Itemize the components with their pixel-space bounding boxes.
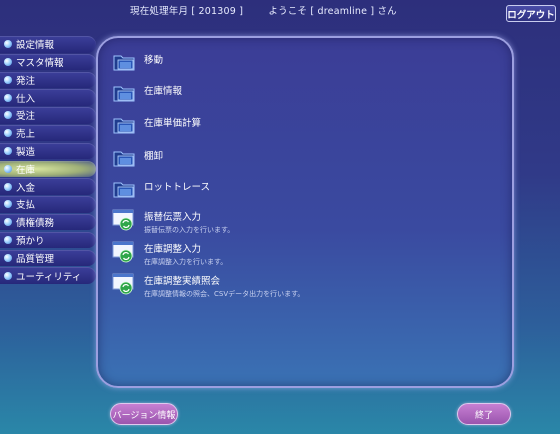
- logout-button[interactable]: ログアウト: [506, 5, 556, 22]
- sidebar-item-label: 支払: [16, 200, 36, 212]
- sidebar: 設定情報 マスタ情報 発注 仕入 受注 売上 製造 在庫 入金 支払 債権債務 …: [0, 36, 96, 285]
- sidebar-item-orders-received[interactable]: 受注: [0, 107, 96, 124]
- document-refresh-icon: [112, 209, 134, 231]
- sidebar-item-settings[interactable]: 設定情報: [0, 36, 96, 53]
- sidebar-item-inventory[interactable]: 在庫: [0, 160, 96, 178]
- menu-item-label: ロットトレース: [144, 182, 211, 193]
- menu-item-description: 在庫調整入力を行います。: [144, 258, 228, 266]
- bullet-icon: [4, 182, 12, 191]
- bullet-icon: [4, 129, 12, 138]
- sidebar-item-label: マスタ情報: [16, 58, 64, 70]
- bullet-icon: [4, 236, 12, 245]
- sidebar-item-label: 入金: [16, 182, 36, 194]
- menu-item-label: 棚卸: [144, 151, 164, 162]
- sidebar-item-label: 発注: [16, 75, 36, 87]
- menu-item-text: 在庫単価計算: [144, 115, 201, 129]
- menu-item-description: 在庫調整情報の照会、CSVデータ出力を行います。: [144, 290, 305, 298]
- sidebar-item-ordering[interactable]: 発注: [0, 71, 96, 89]
- header-info: 現在処理年月 [ 201309 ] ようこそ [ dreamline ] さん: [130, 3, 397, 17]
- sidebar-item-label: 品質管理: [16, 253, 55, 265]
- main-menu-panel: 移動 在庫情報 在庫単価計算 棚卸 ロットトレース 振替伝票入力 振替伝票の入力…: [96, 36, 514, 388]
- sidebar-item-label: 債権債務: [16, 218, 55, 230]
- bullet-icon: [4, 253, 12, 262]
- folder-icon: [113, 151, 135, 167]
- welcome-message: ようこそ [ dreamline ] さん: [268, 6, 397, 17]
- menu-item-label: 移動: [144, 55, 164, 66]
- bullet-icon: [4, 111, 12, 120]
- sidebar-item-label: ユーティリティ: [16, 271, 82, 283]
- bullet-icon: [4, 40, 12, 49]
- sidebar-item-label: 製造: [16, 147, 36, 159]
- sidebar-item-receipts[interactable]: 入金: [0, 178, 96, 195]
- exit-button[interactable]: 終了: [457, 403, 511, 425]
- sidebar-item-sales[interactable]: 売上: [0, 124, 96, 142]
- menu-item-text: 在庫情報: [144, 83, 182, 97]
- bullet-icon: [4, 58, 12, 67]
- menu-item-text: 在庫調整入力 在庫調整入力を行います。: [144, 241, 227, 267]
- sidebar-item-manufacturing[interactable]: 製造: [0, 142, 96, 160]
- sidebar-item-label: 預かり: [16, 236, 45, 248]
- folder-icon: [113, 86, 135, 102]
- menu-item-stocktake[interactable]: 棚卸: [112, 148, 163, 168]
- menu-item-label: 在庫調整入力: [144, 244, 202, 255]
- bullet-icon: [4, 93, 12, 102]
- menu-item-text: 移動: [144, 52, 163, 66]
- bullet-icon: [4, 164, 12, 173]
- menu-item-transfer[interactable]: 移動: [112, 52, 163, 72]
- sidebar-item-label: 在庫: [16, 164, 36, 176]
- menu-item-transfer-slip-entry[interactable]: 振替伝票入力 振替伝票の入力を行います。: [112, 209, 234, 235]
- sidebar-item-label: 受注: [16, 111, 36, 123]
- document-refresh-icon: [112, 273, 134, 295]
- menu-item-lot-trace[interactable]: ロットトレース: [112, 179, 210, 199]
- menu-item-text: 振替伝票入力 振替伝票の入力を行います。: [144, 209, 234, 235]
- menu-item-label: 在庫単価計算: [144, 118, 202, 129]
- menu-item-label: 振替伝票入力: [144, 212, 202, 223]
- sidebar-item-label: 設定情報: [16, 40, 55, 52]
- folder-icon: [113, 118, 135, 134]
- sidebar-item-label: 売上: [16, 129, 36, 141]
- menu-item-text: 在庫調整実績照会 在庫調整情報の照会、CSVデータ出力を行います。: [144, 273, 304, 299]
- menu-item-text: ロットトレース: [144, 179, 210, 193]
- processing-period: 現在処理年月 [ 201309 ]: [130, 6, 244, 17]
- sidebar-item-receivables-payables[interactable]: 債権債務: [0, 213, 96, 231]
- menu-item-unit-cost-calc[interactable]: 在庫単価計算: [112, 115, 201, 135]
- bullet-icon: [4, 271, 12, 280]
- menu-item-text: 棚卸: [144, 148, 163, 162]
- sidebar-item-quality[interactable]: 品質管理: [0, 249, 96, 267]
- sidebar-item-label: 仕入: [16, 93, 36, 105]
- menu-item-inventory-adjustment-entry[interactable]: 在庫調整入力 在庫調整入力を行います。: [112, 241, 227, 267]
- menu-item-label: 在庫情報: [144, 86, 183, 97]
- bullet-icon: [4, 218, 12, 227]
- menu-item-inventory-adjustment-inquiry[interactable]: 在庫調整実績照会 在庫調整情報の照会、CSVデータ出力を行います。: [112, 273, 304, 299]
- sidebar-item-deposits[interactable]: 預かり: [0, 231, 96, 249]
- menu-item-label: 在庫調整実績照会: [144, 276, 221, 287]
- folder-icon: [113, 182, 135, 198]
- folder-icon: [113, 55, 135, 71]
- sidebar-item-master[interactable]: マスタ情報: [0, 53, 96, 71]
- menu-item-inventory-info[interactable]: 在庫情報: [112, 83, 182, 103]
- bullet-icon: [4, 147, 12, 156]
- bullet-icon: [4, 75, 12, 84]
- bullet-icon: [4, 200, 12, 209]
- document-refresh-icon: [112, 241, 134, 263]
- menu-item-description: 振替伝票の入力を行います。: [144, 226, 235, 234]
- version-info-button[interactable]: バージョン情報: [110, 403, 178, 425]
- sidebar-item-utility[interactable]: ユーティリティ: [0, 267, 96, 284]
- sidebar-item-purchasing[interactable]: 仕入: [0, 89, 96, 106]
- sidebar-item-payments[interactable]: 支払: [0, 196, 96, 213]
